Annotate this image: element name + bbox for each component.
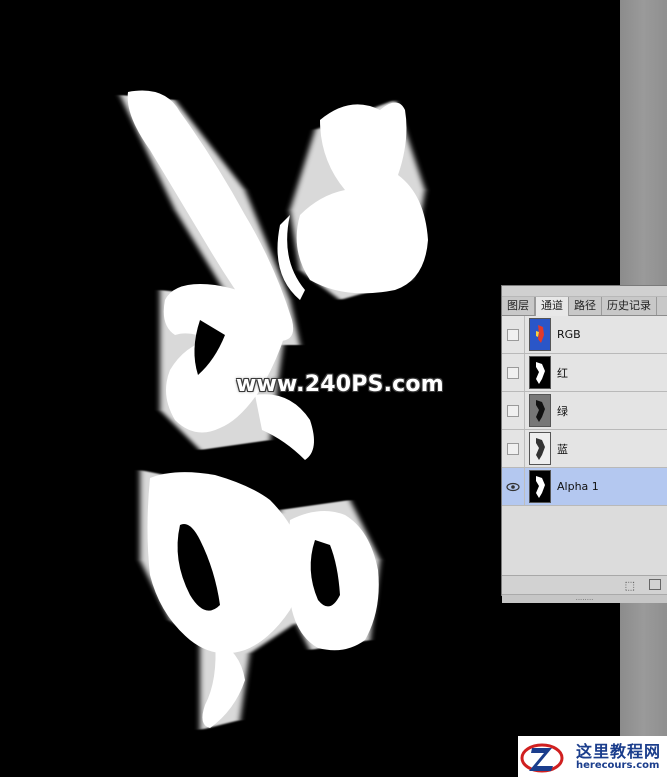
channel-name: 绿	[557, 404, 568, 418]
channels-panel[interactable]: 图层 通道 路径 历史记录 RGB 红 绿 蓝 Alpha 1 ⬚ ......…	[501, 285, 667, 603]
channel-row-rgb[interactable]: RGB	[502, 316, 667, 354]
tab-channels[interactable]: 通道	[535, 297, 569, 316]
load-channel-selection-icon[interactable]: ⬚	[625, 579, 635, 592]
eye-icon	[506, 482, 520, 491]
channel-name: Alpha 1	[557, 480, 599, 493]
channel-thumbnail-alpha	[529, 470, 551, 503]
visibility-toggle[interactable]	[502, 430, 525, 467]
channel-thumbnail-blue	[529, 432, 551, 465]
channel-row-green[interactable]: 绿	[502, 392, 667, 430]
panel-tabs: 图层 通道 路径 历史记录	[502, 297, 667, 316]
channel-row-alpha-1[interactable]: Alpha 1	[502, 468, 667, 506]
channel-thumbnail-red	[529, 356, 551, 389]
site-logo: 这里教程网 herecours.com	[518, 736, 667, 777]
tab-layers[interactable]: 图层	[502, 297, 535, 315]
channel-name: 红	[557, 366, 568, 380]
channel-row-blue[interactable]: 蓝	[502, 430, 667, 468]
tab-paths[interactable]: 路径	[569, 297, 602, 315]
visibility-off-icon	[507, 404, 519, 417]
channel-list: RGB 红 绿 蓝 Alpha 1	[502, 316, 667, 506]
watermark-text: www.240PS.com	[236, 372, 444, 397]
channel-name: RGB	[557, 328, 581, 341]
channel-row-red[interactable]: 红	[502, 354, 667, 392]
panel-footer: ⬚	[502, 575, 667, 594]
logo-site-name: 这里教程网	[576, 742, 662, 761]
tab-history[interactable]: 历史记录	[602, 297, 657, 315]
logo-site-url: herecours.com	[576, 760, 660, 771]
visibility-toggle[interactable]	[502, 468, 525, 505]
visibility-off-icon	[507, 366, 519, 379]
save-selection-icon[interactable]	[649, 579, 661, 590]
channel-list-empty-area	[502, 506, 667, 575]
visibility-off-icon	[507, 328, 519, 341]
channel-name: 蓝	[557, 442, 568, 456]
z-logo-icon	[520, 743, 564, 773]
visibility-toggle[interactable]	[502, 354, 525, 391]
panel-resize-grip[interactable]: ........	[502, 594, 667, 603]
visibility-toggle[interactable]	[502, 392, 525, 429]
panel-title-bar[interactable]	[502, 286, 667, 297]
visibility-off-icon	[507, 442, 519, 455]
channel-thumbnail-green	[529, 394, 551, 427]
visibility-toggle[interactable]	[502, 316, 525, 353]
channel-thumbnail-rgb	[529, 318, 551, 351]
